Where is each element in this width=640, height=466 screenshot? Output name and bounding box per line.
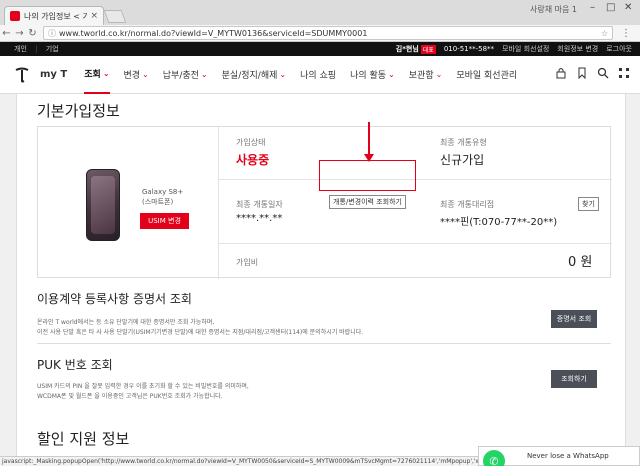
browser-status-bar: javascript:_Masking.popupOpen('http://ww…: [0, 456, 480, 466]
whatsapp-notification[interactable]: ✆ Never lose a WhatsApp: [478, 446, 640, 466]
window-user-label: 사랑채 마음 1: [530, 5, 577, 14]
device-model: Galaxy S8+ (스마트폰): [142, 187, 183, 207]
bookmark-star-icon[interactable]: ☆: [601, 29, 608, 38]
puk-title: PUK 번호 조회: [37, 358, 113, 372]
maximize-icon[interactable]: □: [606, 2, 615, 13]
discount-info-title: 할인 지원 정보: [37, 430, 130, 448]
forward-icon[interactable]: →: [13, 28, 26, 39]
nav-change-label: 변경: [123, 71, 141, 81]
chevron-down-icon: ⌄: [388, 70, 395, 79]
nav-inquiry[interactable]: 조회 ⌄: [84, 56, 110, 94]
open-history-button[interactable]: 개통/변경이력 조회하기: [329, 195, 406, 209]
nav-mobile-line-label: 모바일 회선관리: [456, 71, 518, 81]
nav-lost-suspend-label: 분실/정지/해제: [221, 71, 278, 81]
lock-icon[interactable]: [555, 67, 567, 82]
url-text: www.tworld.co.kr/normal.do?viewId=V_MYTW…: [59, 28, 368, 38]
chevron-down-icon: ⌄: [102, 69, 110, 78]
nav-inquiry-label: 조회: [84, 70, 101, 80]
puk-inquiry-button[interactable]: 조회하기: [551, 370, 597, 388]
bookmark-icon[interactable]: [576, 67, 588, 82]
basic-info-card: Galaxy S8+ (스마트폰) USIM 변경 가입상태 사용중 최종 개통…: [37, 126, 612, 279]
corporate-link[interactable]: 기업: [46, 45, 59, 53]
join-fee-value: 0 원: [568, 255, 593, 270]
open-date-value: ****.**.**: [236, 213, 283, 224]
nav-mobile-line[interactable]: 모바일 회선관리: [456, 56, 517, 94]
open-date-label: 최종 개통일자: [236, 200, 283, 209]
nav-storage[interactable]: 보관함 ⌄: [409, 56, 443, 94]
usim-change-button[interactable]: USIM 변경: [140, 213, 189, 229]
phone-image: [86, 169, 120, 241]
nav-my-shopping[interactable]: 나의 쇼핑: [300, 56, 336, 94]
reload-icon[interactable]: ↻: [26, 28, 39, 39]
nav-my-shopping-label: 나의 쇼핑: [300, 71, 337, 81]
new-tab-button[interactable]: [103, 10, 127, 23]
latest-type-label: 최종 개통유형: [440, 138, 487, 147]
url-field[interactable]: ⓘ www.tworld.co.kr/normal.do?viewId=V_MY…: [43, 26, 613, 40]
nav-my-activity[interactable]: 나의 활동 ⌄: [350, 56, 395, 94]
certificate-section: 이용계약 등록사항 증명서 조회 온라인 T world에서는 등 소유 단말기…: [37, 290, 611, 344]
site-top-strip: 개인 | 기업 김*현님 대표 010-51**-58** 모바일 회선설정 회…: [0, 42, 640, 56]
representative-badge: 대표: [420, 44, 436, 54]
certificate-description: 온라인 T world에서는 등 소유 단말기에 대한 증명서만 조회 가능하며…: [37, 318, 363, 338]
tworld-favicon-icon: [10, 11, 20, 21]
chevron-down-icon: ⌄: [200, 70, 208, 79]
main-navigation: my T 조회 ⌄ 변경 ⌄ 납부/충전 ⌄ 분실/정지/해제 ⌄ 나의 쇼핑 나의 활…: [0, 56, 640, 94]
divider: [218, 243, 612, 244]
annotation-highlight-box: [319, 160, 416, 191]
divider: [218, 127, 219, 279]
puk-section: PUK 번호 조회 USIM 카드의 PIN 을 잘못 입력한 경우 이를 초기…: [37, 356, 611, 410]
member-info-change-link[interactable]: 회원정보 변경: [557, 44, 598, 54]
nav-lost-suspend[interactable]: 분실/정지/해제 ⌄: [222, 56, 286, 94]
personal-link[interactable]: 개인: [14, 45, 27, 53]
close-tab-icon[interactable]: ×: [90, 11, 98, 21]
my-t-home-link[interactable]: my T: [40, 69, 67, 80]
status-value: 사용중: [236, 153, 270, 167]
user-phone: 010-51**-58**: [443, 45, 495, 53]
page-info-icon[interactable]: ⓘ: [48, 28, 56, 39]
nav-payment-label: 납부/충전: [162, 71, 199, 81]
certificate-desc-line: 온라인 T world에서는 등 소유 단말기에 대한 증명서만 조회 가능하며…: [37, 319, 215, 326]
browser-tab[interactable]: 나의 가입정보 < 기본정 ×: [4, 6, 104, 25]
minimize-icon[interactable]: –: [590, 2, 595, 13]
whatsapp-icon: ✆: [483, 450, 505, 466]
puk-desc-line: WCDMA폰 및 월드폰 을 이용중인 고객님은 PUK번호 조회가 가능합니다…: [37, 393, 223, 400]
tab-title: 나의 가입정보 < 기본정: [24, 11, 89, 21]
certificate-inquiry-button[interactable]: 증명서 조회: [551, 310, 597, 328]
puk-description: USIM 카드의 PIN 을 잘못 입력한 경우 이를 초기화 할 수 있는 비…: [37, 382, 249, 402]
search-icon[interactable]: [597, 67, 609, 82]
device-model-type: (스마트폰): [142, 198, 174, 206]
certificate-title: 이용계약 등록사항 증명서 조회: [37, 292, 192, 306]
nav-payment[interactable]: 납부/충전 ⌄: [163, 56, 208, 94]
divider: |: [35, 45, 38, 53]
chevron-down-icon: ⌄: [279, 70, 287, 79]
close-window-icon[interactable]: ✕: [624, 2, 632, 13]
chevron-down-icon: ⌄: [435, 70, 443, 79]
notification-text: Never lose a WhatsApp: [527, 452, 609, 460]
chevron-down-icon: ⌄: [142, 70, 149, 79]
device-model-name: Galaxy S8+: [142, 188, 184, 196]
back-icon[interactable]: ←: [0, 28, 13, 39]
browser-tab-bar: 나의 가입정보 < 기본정 × 사랑채 마음 1 – □ ✕: [0, 0, 640, 25]
agency-value: ****핀(T:070-77**-20**): [440, 217, 558, 228]
nav-storage-label: 보관함: [408, 71, 434, 81]
address-bar: ← → ↻ ⓘ www.tworld.co.kr/normal.do?viewI…: [0, 25, 640, 42]
main-content: 기본가입정보 Galaxy S8+ (스마트폰) USIM 변경 가입상태 사용…: [16, 94, 626, 456]
all-menu-icon[interactable]: [618, 67, 630, 82]
basic-info-title: 기본가입정보: [37, 102, 120, 120]
nav-change[interactable]: 변경 ⌄: [124, 56, 149, 94]
status-label: 가입상태: [236, 138, 266, 147]
agency-label: 최종 개통대리점: [440, 200, 495, 209]
user-name: 김*현님: [395, 45, 419, 53]
puk-desc-line: USIM 카드의 PIN 을 잘못 입력한 경우 이를 초기화 할 수 있는 비…: [37, 383, 249, 390]
mobile-line-setting-link[interactable]: 모바일 회선설정: [502, 44, 549, 54]
latest-type-value: 신규가입: [440, 153, 485, 167]
find-agency-button[interactable]: 찾기: [578, 197, 599, 211]
nav-my-activity-label: 나의 활동: [350, 71, 387, 81]
certificate-desc-line: 이전 사용 단말 혹은 타 사 사용 단말기(USIM기기변경 단말)에 대한 …: [37, 329, 364, 336]
t-logo-icon[interactable]: [14, 67, 30, 83]
browser-menu-icon[interactable]: ⋮: [621, 28, 631, 39]
join-fee-label: 가입비: [236, 258, 259, 267]
logout-link[interactable]: 로그아웃: [606, 44, 632, 54]
